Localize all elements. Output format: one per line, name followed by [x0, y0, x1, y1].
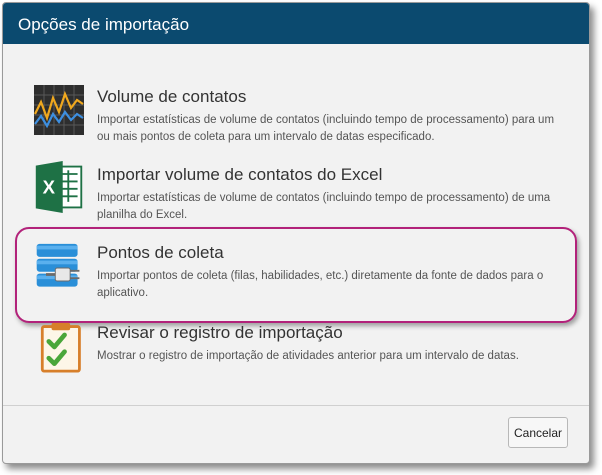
option-description: Importar pontos de coleta (filas, habili… [97, 270, 544, 299]
svg-text:X: X [43, 177, 56, 198]
import-options-dialog: Opções de importação Volume de contatos … [2, 2, 590, 464]
option-title: Pontos de coleta [97, 243, 224, 262]
option-description: Importar estatísticas de volume de conta… [97, 192, 551, 221]
excel-icon: X [35, 161, 83, 213]
dialog-title: Opções de importação [18, 15, 190, 34]
cancel-button[interactable]: Cancelar [508, 417, 568, 448]
option-description: Mostrar o registro de importação de ativ… [97, 350, 519, 362]
dialog-titlebar: Opções de importação [3, 3, 589, 44]
option-excel-import[interactable]: X Importar volume de contatos do Excel I… [15, 159, 575, 229]
chart-icon [34, 85, 84, 135]
database-plug-icon [36, 243, 80, 287]
option-contact-volume[interactable]: Volume de contatos Importar estatísticas… [15, 79, 575, 149]
option-title: Revisar o registro de importação [97, 323, 343, 342]
option-title: Volume de contatos [97, 87, 247, 106]
option-collection-points[interactable]: Pontos de coleta Importar pontos de cole… [15, 237, 575, 309]
footer-divider [3, 405, 589, 406]
option-title: Importar volume de contatos do Excel [97, 165, 383, 184]
checklist-icon [40, 322, 81, 373]
option-review-import-log[interactable]: Revisar o registro de importação Mostrar… [15, 321, 575, 385]
option-description: Importar estatísticas de volume de conta… [97, 114, 555, 143]
